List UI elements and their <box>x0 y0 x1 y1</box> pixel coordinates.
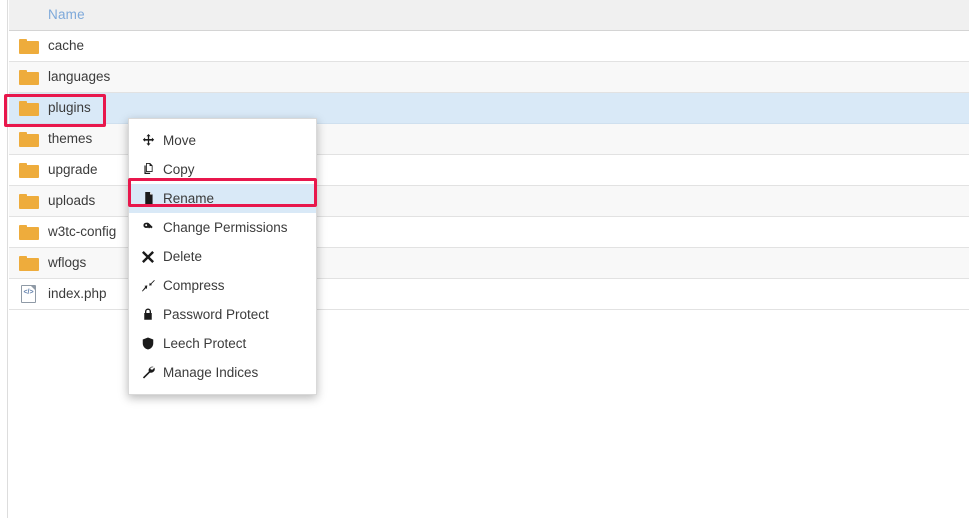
x-mark-icon <box>142 248 162 266</box>
file-name-label: upgrade <box>48 162 98 177</box>
lock-icon <box>142 306 162 324</box>
context-menu-item-password-protect[interactable]: Password Protect <box>129 300 316 329</box>
table-row[interactable]: languages <box>9 62 969 93</box>
context-menu-item-label: Compress <box>163 278 225 293</box>
table-header-row: Name <box>9 0 969 31</box>
context-menu-item-label: Copy <box>163 162 195 177</box>
context-menu-item-label: Manage Indices <box>163 365 259 380</box>
folder-icon <box>12 31 46 61</box>
table-left-gutter <box>0 0 8 518</box>
shield-icon <box>142 335 162 353</box>
folder-icon <box>12 155 46 185</box>
context-menu-item-label: Leech Protect <box>163 336 247 351</box>
context-menu: Move Copy Rename Change Permissions Dele… <box>128 118 317 395</box>
context-menu-item-label: Change Permissions <box>163 220 288 235</box>
file-name-label: cache <box>48 38 85 53</box>
context-menu-item-label: Delete <box>163 249 203 264</box>
compress-arrows-icon <box>142 277 162 295</box>
file-name-label: index.php <box>48 286 107 301</box>
context-menu-item-change-permissions[interactable]: Change Permissions <box>129 213 316 242</box>
context-menu-item-manage-indices[interactable]: Manage Indices <box>129 358 316 387</box>
context-menu-item-label: Password Protect <box>163 307 269 322</box>
file-name-label: w3tc-config <box>48 224 117 239</box>
context-menu-item-label: Move <box>163 133 197 148</box>
file-name-label: uploads <box>48 193 96 208</box>
php-file-icon: </> <box>12 279 46 309</box>
context-menu-item-rename[interactable]: Rename <box>129 184 316 213</box>
wrench-icon <box>142 364 162 382</box>
folder-icon <box>12 93 46 123</box>
context-menu-item-leech-protect[interactable]: Leech Protect <box>129 329 316 358</box>
context-menu-item-label: Rename <box>163 191 215 206</box>
folder-icon <box>12 217 46 247</box>
folder-icon <box>12 124 46 154</box>
folder-icon <box>12 248 46 278</box>
file-name-label: wflogs <box>48 255 87 270</box>
copy-pages-icon <box>142 161 162 179</box>
key-icon <box>142 219 162 237</box>
file-icon <box>142 190 162 208</box>
file-name-label: themes <box>48 131 93 146</box>
move-arrows-icon <box>142 132 162 150</box>
column-header-name[interactable]: Name <box>48 7 85 22</box>
code-glyph: </> <box>23 288 34 296</box>
file-name-label: plugins <box>48 100 91 115</box>
context-menu-item-move[interactable]: Move <box>129 126 316 155</box>
folder-icon <box>12 186 46 216</box>
table-row[interactable]: cache <box>9 31 969 62</box>
context-menu-item-copy[interactable]: Copy <box>129 155 316 184</box>
context-menu-item-delete[interactable]: Delete <box>129 242 316 271</box>
file-name-label: languages <box>48 69 111 84</box>
context-menu-item-compress[interactable]: Compress <box>129 271 316 300</box>
folder-icon <box>12 62 46 92</box>
